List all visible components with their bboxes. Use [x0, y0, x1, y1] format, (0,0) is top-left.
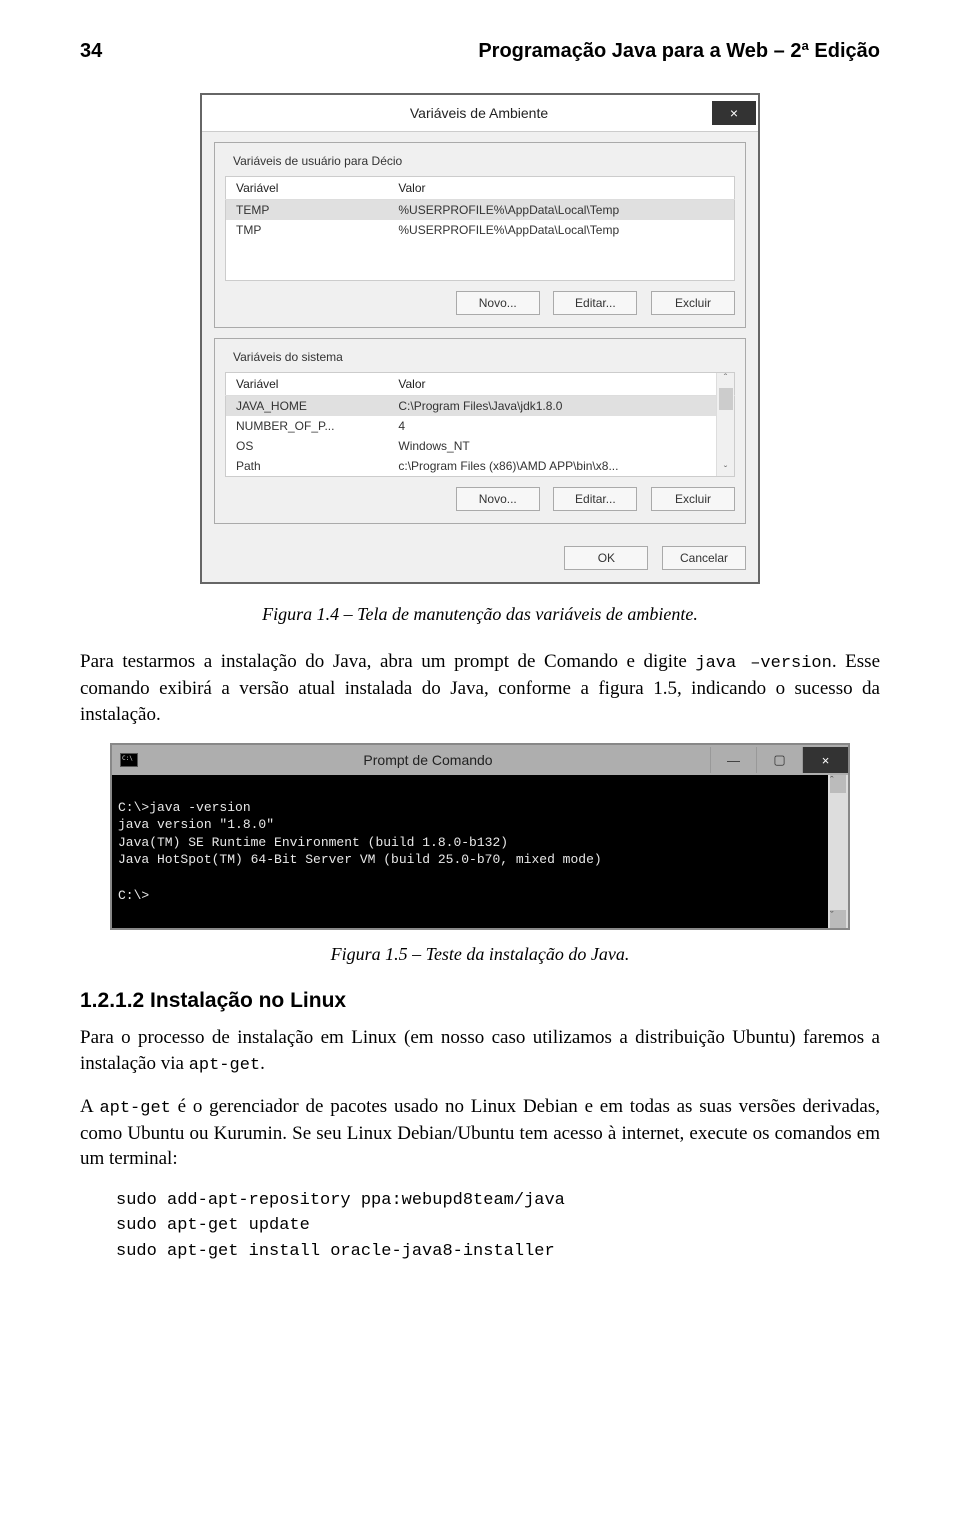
env-vars-dialog: Variáveis de Ambiente × Variáveis de usu…: [200, 93, 760, 584]
close-icon[interactable]: ×: [802, 747, 848, 773]
table-row[interactable]: TEMP %USERPROFILE%\AppData\Local\Temp: [226, 200, 735, 221]
close-icon[interactable]: ×: [712, 101, 756, 125]
table-row[interactable]: Path c:\Program Files (x86)\AMD APP\bin\…: [226, 456, 735, 477]
cell-var: Path: [226, 456, 389, 477]
figure-1-4-caption: Figura 1.4 – Tela de manutenção das vari…: [80, 604, 880, 625]
table-row[interactable]: NUMBER_OF_P... 4: [226, 416, 735, 436]
delete-user-var-button[interactable]: Excluir: [651, 291, 735, 315]
inline-code: apt-get: [99, 1099, 170, 1118]
page-header: 34 Programação Java para a Web – 2ª Ediç…: [80, 40, 880, 63]
inline-code: java –version: [695, 654, 831, 673]
cell-var: JAVA_HOME: [226, 396, 389, 417]
cmd-titlebar: Prompt de Comando — ▢ ×: [112, 745, 848, 775]
maximize-icon[interactable]: ▢: [756, 747, 802, 773]
code-line: sudo add-apt-repository ppa:webupd8team/…: [116, 1188, 880, 1214]
new-sys-var-button[interactable]: Novo...: [456, 487, 540, 511]
cell-var: TMP: [226, 220, 389, 240]
col-header-variable: Variável: [226, 177, 389, 200]
cancel-button[interactable]: Cancelar: [662, 546, 746, 570]
table-row[interactable]: JAVA_HOME C:\Program Files\Java\jdk1.8.0: [226, 396, 735, 417]
ok-button[interactable]: OK: [564, 546, 648, 570]
col-header-variable: Variável: [226, 373, 389, 396]
cell-val: c:\Program Files (x86)\AMD APP\bin\x8...: [388, 456, 734, 477]
cell-var: NUMBER_OF_P...: [226, 416, 389, 436]
edit-sys-var-button[interactable]: Editar...: [553, 487, 637, 511]
paragraph-linux-1: Para o processo de instalação em Linux (…: [80, 1025, 880, 1078]
system-vars-scrollbar[interactable]: ˆ ˇ: [716, 373, 734, 476]
delete-sys-var-button[interactable]: Excluir: [651, 487, 735, 511]
scroll-down-icon[interactable]: ˇ: [830, 910, 846, 928]
system-vars-group: Variáveis do sistema Variável Valor JAVA…: [214, 338, 746, 524]
col-header-value: Valor: [388, 373, 734, 396]
scroll-up-icon[interactable]: ˆ: [724, 373, 727, 384]
scroll-down-icon[interactable]: ˇ: [724, 465, 727, 476]
user-vars-group: Variáveis de usuário para Décio Variável…: [214, 142, 746, 328]
terminal-commands: sudo add-apt-repository ppa:webupd8team/…: [116, 1188, 880, 1265]
table-row[interactable]: OS Windows_NT: [226, 436, 735, 456]
user-vars-table[interactable]: Variável Valor TEMP %USERPROFILE%\AppDat…: [225, 176, 735, 281]
figure-1-5-caption: Figura 1.5 – Teste da instalação do Java…: [80, 944, 880, 965]
code-line: sudo apt-get update: [116, 1213, 880, 1239]
code-line: sudo apt-get install oracle-java8-instal…: [116, 1239, 880, 1265]
cmd-output: C:\>java -version java version "1.8.0" J…: [112, 775, 828, 928]
scroll-thumb[interactable]: [719, 388, 733, 410]
dialog-titlebar: Variáveis de Ambiente ×: [202, 95, 758, 132]
paragraph-test-install: Para testarmos a instalação do Java, abr…: [80, 649, 880, 727]
system-vars-legend: Variáveis do sistema: [229, 350, 347, 364]
cell-val: Windows_NT: [388, 436, 734, 456]
text: é o gerenciador de pacotes usado no Linu…: [80, 1096, 880, 1170]
book-title: Programação Java para a Web – 2ª Edição: [478, 40, 880, 63]
cell-var: TEMP: [226, 200, 389, 221]
cell-var: OS: [226, 436, 389, 456]
inline-code: apt-get: [189, 1056, 260, 1075]
dialog-title: Variáveis de Ambiente: [246, 105, 712, 121]
user-vars-legend: Variáveis de usuário para Décio: [229, 154, 406, 168]
command-prompt-window: Prompt de Comando — ▢ × C:\>java -versio…: [110, 743, 850, 930]
minimize-icon[interactable]: —: [710, 747, 756, 773]
cmd-title: Prompt de Comando: [146, 752, 710, 768]
edit-user-var-button[interactable]: Editar...: [553, 291, 637, 315]
table-row[interactable]: TMP %USERPROFILE%\AppData\Local\Temp: [226, 220, 735, 240]
cmd-scrollbar[interactable]: ˆ ˇ: [828, 775, 848, 928]
text: .: [260, 1053, 265, 1074]
text: Para testarmos a instalação do Java, abr…: [80, 651, 695, 672]
section-heading-linux-install: 1.2.1.2 Instalação no Linux: [80, 989, 880, 1013]
cell-val: %USERPROFILE%\AppData\Local\Temp: [388, 220, 734, 240]
col-header-value: Valor: [388, 177, 734, 200]
page-number: 34: [80, 40, 102, 63]
new-user-var-button[interactable]: Novo...: [456, 291, 540, 315]
cmd-icon: [120, 753, 138, 767]
cell-val: 4: [388, 416, 734, 436]
scroll-up-icon[interactable]: ˆ: [830, 775, 846, 793]
text: A: [80, 1096, 99, 1117]
cell-val: %USERPROFILE%\AppData\Local\Temp: [388, 200, 734, 221]
cell-val: C:\Program Files\Java\jdk1.8.0: [388, 396, 734, 417]
system-vars-table[interactable]: Variável Valor JAVA_HOME C:\Program File…: [225, 372, 735, 477]
paragraph-linux-2: A apt-get é o gerenciador de pacotes usa…: [80, 1094, 880, 1172]
